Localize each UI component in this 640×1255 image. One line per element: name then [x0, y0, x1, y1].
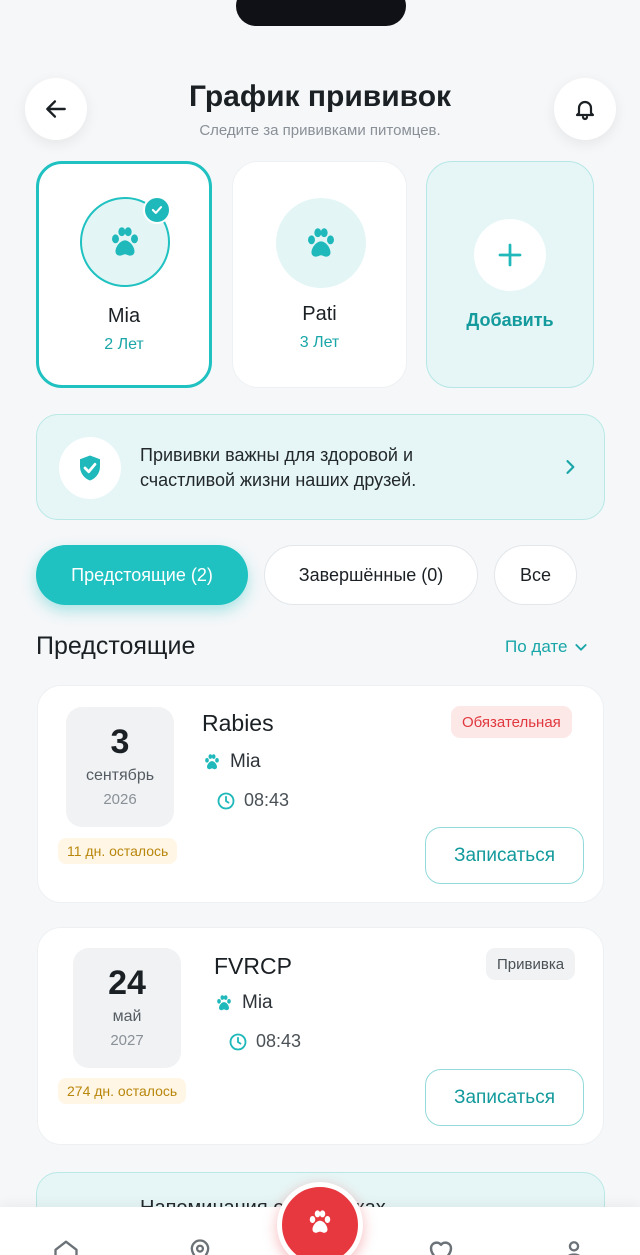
tab-upcoming[interactable]: Предстоящие (2) [36, 545, 248, 605]
bell-icon [575, 100, 595, 121]
pet-name: Pati [302, 303, 337, 325]
clock-icon [217, 792, 235, 809]
book-button[interactable]: Записаться [425, 1069, 584, 1126]
info-banner[interactable]: Прививки важны для здоровой и счастливой… [36, 414, 605, 520]
pet-card-mia[interactable]: Mia 2 Лет [36, 161, 212, 388]
add-pet-button[interactable]: Добавить [426, 161, 594, 388]
pet-name: Mia [107, 305, 141, 327]
add-circle [474, 219, 546, 291]
vaccine-type-badge: Прививка [486, 948, 576, 980]
profile-icon[interactable] [560, 1237, 588, 1255]
section-title: Предстоящие [36, 632, 196, 660]
chevron-right-icon [566, 460, 575, 474]
sort-label: По дате [505, 637, 568, 656]
pet-avatar [276, 198, 366, 288]
banner-line-1: Прививки важны для здоровой и [140, 445, 414, 465]
date-day: 3 [110, 723, 130, 761]
required-badge: Обязательная [451, 706, 572, 738]
banner-text: Прививки важны для здоровой и счастливой… [140, 443, 500, 493]
vaccination-card[interactable]: 24 май 2027 274 дн. осталось FVRCP Mia 0… [37, 927, 604, 1145]
clock-icon [229, 1033, 247, 1050]
heart-icon[interactable] [426, 1237, 456, 1255]
vaccine-name: FVRCP [214, 953, 292, 979]
vaccine-time-value: 08:43 [256, 1031, 302, 1051]
notifications-button[interactable] [554, 78, 616, 140]
page-subtitle: Следите за прививками питомцев. [199, 122, 441, 139]
add-pet-label: Добавить [466, 310, 554, 330]
pet-age: 2 Лет [104, 336, 144, 353]
vaccine-time-value: 08:43 [244, 790, 290, 810]
vaccination-card[interactable]: 3 сентябрь 2026 11 дн. осталось Rabies M… [37, 685, 604, 903]
date-day: 24 [108, 964, 146, 1002]
vaccine-pet-name: Mia [230, 751, 261, 772]
paw-icon [217, 995, 231, 1011]
pet-age: 3 Лет [299, 334, 340, 351]
vaccine-time: 08:43 [228, 1031, 301, 1052]
paw-icon [309, 1210, 331, 1233]
plus-icon [498, 243, 522, 267]
shield-check-icon [80, 455, 100, 481]
days-left-badge: 274 дн. осталось [58, 1078, 187, 1104]
paw-icon [205, 754, 219, 770]
tab-completed[interactable]: Завершённые (0) [264, 545, 478, 605]
date-month: май [112, 1008, 142, 1025]
chevron-down-icon [575, 644, 588, 651]
vaccine-name: Rabies [202, 710, 274, 736]
banner-icon-wrap [59, 437, 121, 499]
tab-all[interactable]: Все [494, 545, 577, 605]
date-box: 3 сентябрь 2026 [66, 707, 174, 827]
paw-icon [112, 227, 138, 256]
banner-line-2: счастливой жизни наших друзей. [140, 470, 417, 490]
vaccine-pet: Mia [202, 751, 261, 773]
pet-card-pati[interactable]: Pati 3 Лет [232, 161, 407, 388]
device-notch [236, 0, 406, 26]
date-month: сентябрь [85, 767, 155, 784]
vaccine-pet-name: Mia [242, 992, 273, 1013]
date-year: 2027 [110, 1032, 144, 1049]
selected-check-icon [143, 196, 171, 224]
date-box: 24 май 2027 [73, 948, 181, 1068]
days-left-badge: 11 дн. осталось [58, 838, 178, 864]
vaccine-pet: Mia [214, 992, 273, 1014]
paw-icon [308, 228, 334, 257]
book-button[interactable]: Записаться [425, 827, 584, 884]
vaccine-time: 08:43 [216, 790, 289, 811]
home-icon[interactable] [52, 1237, 80, 1255]
sort-dropdown[interactable]: По дате [505, 637, 589, 657]
map-pin-icon[interactable] [186, 1237, 214, 1255]
page-title: График прививок [188, 80, 452, 113]
date-year: 2026 [103, 791, 137, 808]
